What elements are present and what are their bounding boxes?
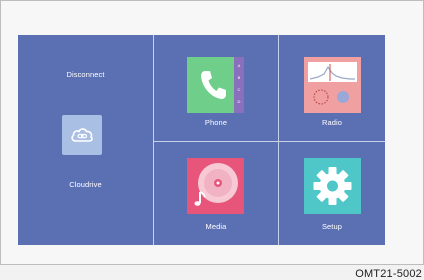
figure-card: Disconnect Cloudrive A B C D Phone Radio… [0, 0, 424, 265]
strip-letter-b: B [237, 75, 241, 80]
strip-letter-a: A [237, 63, 241, 68]
music-disc-icon [187, 158, 244, 214]
phone-label: Phone [204, 118, 228, 127]
figure-code: OMT21-5002 [355, 268, 422, 280]
phone-tile[interactable]: A B C D Phone [154, 35, 278, 141]
setup-label: Setup [321, 222, 343, 231]
media-label: Media [205, 222, 227, 231]
radio-tile[interactable]: Radio [279, 35, 385, 141]
disconnect-button[interactable]: Disconnect [18, 70, 153, 79]
radio-icon [304, 57, 361, 113]
strip-letter-c: C [237, 87, 241, 92]
cloud-link-icon [71, 128, 93, 142]
setup-tile[interactable]: Setup [279, 142, 385, 245]
home-screen: Disconnect Cloudrive A B C D Phone Radio… [18, 35, 385, 245]
gear-icon [304, 158, 361, 214]
phone-icon: A B C D [187, 57, 244, 113]
cloudrive-label: Cloudrive [69, 180, 102, 189]
phone-contact-index-strip: A B C D [234, 57, 244, 113]
media-tile[interactable]: Media [154, 142, 278, 245]
radio-label: Radio [321, 118, 343, 127]
left-panel: Disconnect Cloudrive [18, 35, 153, 245]
strip-letter-d: D [237, 99, 241, 104]
cloudrive-button[interactable] [62, 115, 102, 155]
